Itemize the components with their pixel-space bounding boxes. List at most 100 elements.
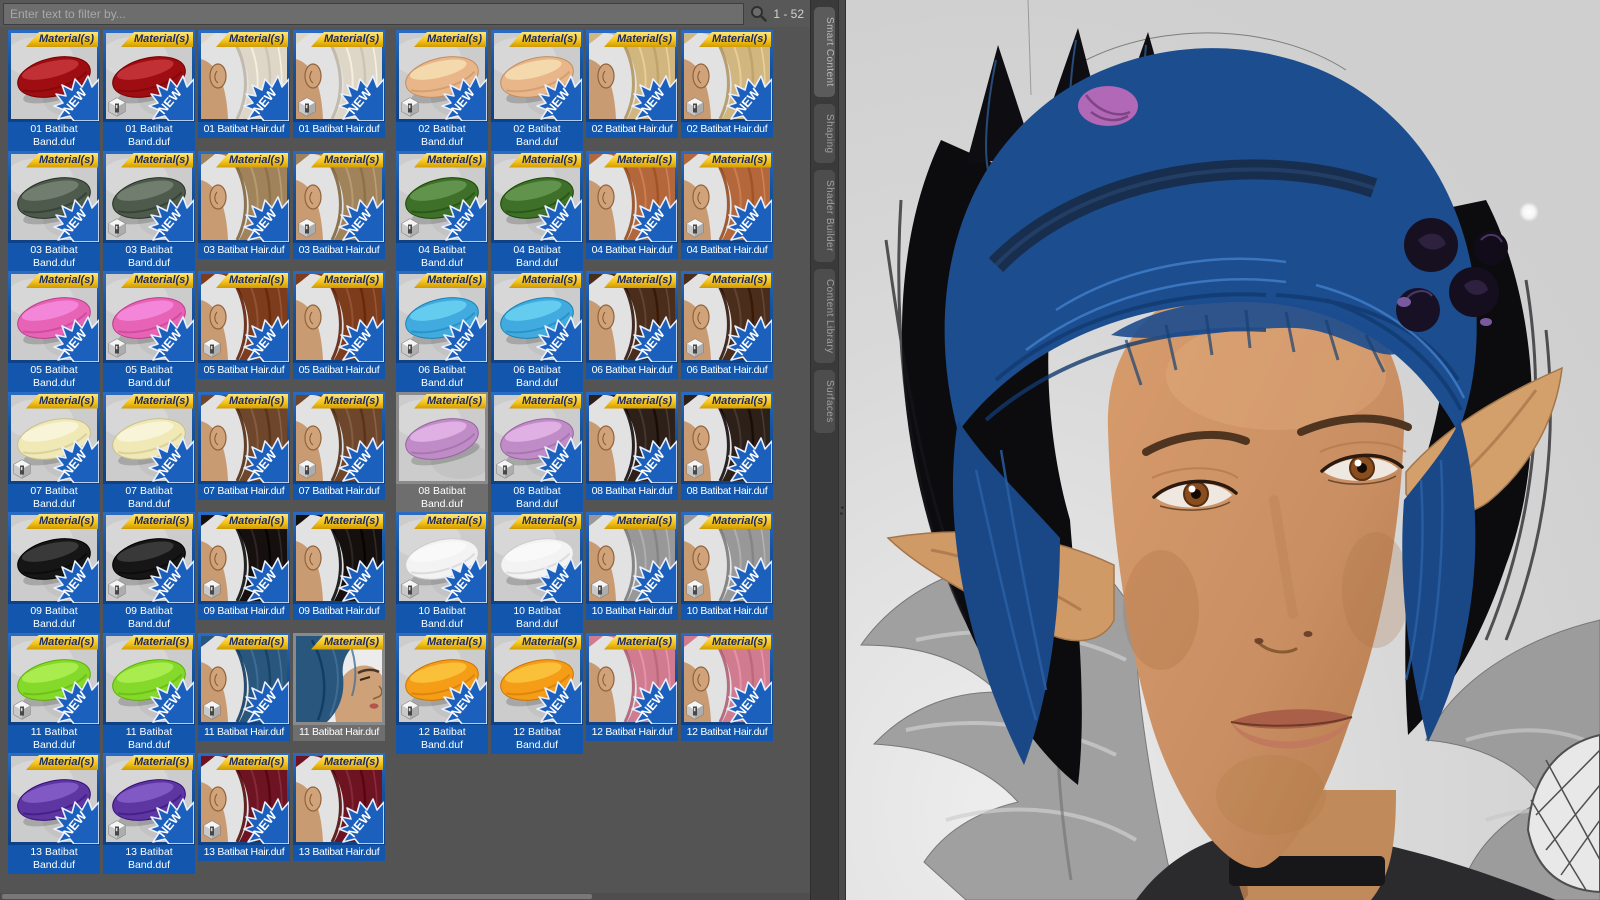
new-ribbon: NEW bbox=[53, 316, 99, 362]
asset-tile[interactable]: Material(s) NEW 10 Batibat Band.duf bbox=[396, 512, 488, 633]
asset-tile[interactable]: Material(s) NEW 13 Batibat Hair.duf bbox=[198, 753, 290, 874]
asset-tile[interactable]: Material(s) NEW 07 Batibat Band.duf bbox=[8, 391, 100, 513]
content-cube-icon bbox=[203, 699, 221, 720]
asset-tile[interactable]: Material(s) NEW 10 Batibat Band.duf bbox=[491, 512, 583, 633]
asset-tile[interactable]: Material(s) NEW 01 Batibat Hair.duf bbox=[198, 30, 290, 151]
asset-tile[interactable]: Material(s) NEW 08 Batibat Band.duf bbox=[491, 391, 583, 513]
asset-tile[interactable]: Material(s) NEW 07 Batibat Band.duf bbox=[103, 391, 195, 513]
asset-tile[interactable]: Material(s) NEW 03 Batibat Hair.duf bbox=[198, 150, 290, 272]
asset-tile[interactable]: Material(s) NEW 08 Batibat Hair.duf bbox=[681, 391, 773, 513]
new-ribbon: NEW bbox=[441, 557, 487, 603]
asset-label: 02 Batibat Band.duf bbox=[491, 122, 583, 151]
new-ribbon: NEW bbox=[631, 316, 677, 362]
asset-tile[interactable]: Material(s) NEW 13 Batibat Band.duf bbox=[103, 753, 195, 874]
asset-tile[interactable]: Material(s) NEW 02 Batibat Band.duf bbox=[396, 30, 488, 151]
asset-tile[interactable]: Material(s) NEW 02 Batibat Band.duf bbox=[491, 30, 583, 151]
asset-tile[interactable]: Material(s) NEW 01 Batibat Band.duf bbox=[103, 30, 195, 151]
asset-tile[interactable]: Material(s) NEW 12 Batibat Hair.duf bbox=[681, 632, 773, 754]
asset-tile[interactable]: Material(s) NEW 03 Batibat Hair.duf bbox=[293, 150, 385, 272]
asset-tile[interactable]: Material(s) NEW 07 Batibat Hair.duf bbox=[198, 391, 290, 513]
pane-splitter[interactable]: ◄ ► bbox=[838, 0, 846, 900]
asset-thumbnail: Material(s) NEW bbox=[396, 632, 488, 725]
asset-thumbnail: Material(s) NEW bbox=[8, 753, 100, 845]
asset-label: 07 Batibat Hair.duf bbox=[198, 483, 290, 500]
asset-label: 08 Batibat Hair.duf bbox=[681, 483, 773, 500]
asset-tile[interactable]: Material(s) NEW 04 Batibat Band.duf bbox=[491, 150, 583, 272]
asset-tile[interactable]: Material(s) NEW 06 Batibat Hair.duf bbox=[586, 271, 678, 392]
asset-tile[interactable]: Material(s) NEW 05 Batibat Band.duf bbox=[8, 271, 100, 392]
asset-tile[interactable]: Material(s) NEW 05 Batibat Band.duf bbox=[103, 271, 195, 392]
asset-tile[interactable]: Material(s) NEW 04 Batibat Hair.duf bbox=[586, 150, 678, 272]
asset-tile[interactable]: Material(s) NEW 13 Batibat Band.duf bbox=[8, 753, 100, 874]
asset-tile[interactable]: Material(s) NEW 10 Batibat Hair.duf bbox=[681, 512, 773, 633]
asset-tile[interactable]: Material(s) NEW 02 Batibat Hair.duf bbox=[681, 30, 773, 151]
asset-thumbnail: Material(s) NEW bbox=[491, 391, 583, 484]
asset-thumbnail: Material(s) NEW bbox=[103, 753, 195, 845]
magnifier-icon[interactable] bbox=[750, 5, 768, 22]
asset-tile[interactable]: Material(s) NEW 04 Batibat Band.duf bbox=[396, 150, 488, 272]
asset-tile[interactable]: Material(s) NEW 03 Batibat Band.duf bbox=[103, 150, 195, 272]
asset-label: 04 Batibat Hair.duf bbox=[681, 242, 773, 259]
new-ribbon: NEW bbox=[631, 195, 677, 242]
splitter-collapse-arrows[interactable]: ◄ ► bbox=[839, 505, 845, 517]
scrollbar-thumb[interactable] bbox=[2, 894, 592, 899]
asset-tile[interactable]: Material(s) NEW 12 Batibat Band.duf bbox=[396, 632, 488, 754]
tab-strip: Smart Content Shaping Shader Builder Conten… bbox=[810, 0, 838, 900]
tab-surfaces[interactable]: Surfaces bbox=[814, 370, 835, 433]
asset-tile[interactable]: Material(s) NEW 11 Batibat Hair.duf bbox=[198, 632, 290, 754]
content-cube-icon bbox=[298, 217, 316, 238]
content-cube-icon bbox=[686, 458, 704, 479]
asset-tile[interactable]: Material(s) NEW 05 Batibat Hair.duf bbox=[198, 271, 290, 392]
tab-content-library[interactable]: Content Library bbox=[814, 268, 835, 364]
asset-tile[interactable]: Material(s) NEW 08 Batibat Hair.duf bbox=[586, 391, 678, 513]
new-ribbon: NEW bbox=[441, 75, 487, 121]
viewport-3d[interactable] bbox=[846, 0, 1600, 900]
filter-input[interactable] bbox=[3, 2, 745, 25]
tab-shaping[interactable]: Shaping bbox=[814, 103, 835, 164]
asset-tile[interactable]: Material(s) NEW 07 Batibat Hair.duf bbox=[293, 391, 385, 513]
asset-thumbnail: Material(s) NEW bbox=[681, 150, 773, 243]
content-cube-icon bbox=[401, 699, 419, 720]
asset-tile[interactable]: Material(s) NEW 13 Batibat Hair.duf bbox=[293, 753, 385, 874]
asset-tile[interactable]: Material(s) NEW 09 Batibat Band.duf bbox=[103, 512, 195, 633]
asset-label: 10 Batibat Band.duf bbox=[396, 604, 488, 633]
asset-tile[interactable]: Material(s) NEW 11 Batibat Band.duf bbox=[8, 632, 100, 754]
asset-tile[interactable]: Material(s) NEW 09 Batibat Hair.duf bbox=[198, 512, 290, 633]
asset-tile[interactable]: Material(s) NEW 02 Batibat Hair.duf bbox=[586, 30, 678, 151]
asset-thumbnail: Material(s) NEW bbox=[293, 30, 385, 122]
tab-smart-content[interactable]: Smart Content bbox=[814, 7, 835, 97]
asset-tile[interactable]: Material(s) NEW 06 Batibat Hair.duf bbox=[681, 271, 773, 392]
asset-tile[interactable]: Material(s) NEW 12 Batibat Band.duf bbox=[491, 632, 583, 754]
new-ribbon: NEW bbox=[536, 436, 582, 483]
new-ribbon: NEW bbox=[726, 195, 772, 242]
asset-thumbnail: Material(s) NEW bbox=[586, 632, 678, 725]
asset-label: 09 Batibat Hair.duf bbox=[293, 604, 385, 620]
asset-tile[interactable]: Material(s) NEW 06 Batibat Band.duf bbox=[396, 271, 488, 392]
tile-group-03: Material(s) NEW 03 Batibat Band.duf Mater… bbox=[8, 150, 385, 272]
tab-shader-builder[interactable]: Shader Builder bbox=[814, 170, 835, 262]
asset-tile[interactable]: Material(s) NEW 06 Batibat Band.duf bbox=[491, 271, 583, 392]
asset-tile[interactable]: Material(s) NEW 03 Batibat Band.duf bbox=[8, 150, 100, 272]
asset-tile[interactable]: Material(s) NEW 04 Batibat Hair.duf bbox=[681, 150, 773, 272]
content-cube-icon bbox=[686, 97, 704, 117]
asset-thumbnail: Material(s) NEW bbox=[586, 512, 678, 604]
asset-thumbnail: Material(s) NEW bbox=[396, 512, 488, 604]
tile-row: Material(s) NEW 05 Batibat Band.duf Mater… bbox=[8, 271, 810, 392]
asset-tile[interactable]: Material(s) NEW 10 Batibat Hair.duf bbox=[586, 512, 678, 633]
new-ribbon: NEW bbox=[53, 677, 99, 724]
asset-label: 04 Batibat Band.duf bbox=[491, 242, 583, 272]
asset-tile[interactable]: Material(s) NEW 05 Batibat Hair.duf bbox=[293, 271, 385, 392]
asset-tile[interactable]: Material(s) NEW 11 Batibat Band.duf bbox=[103, 632, 195, 754]
asset-label: 08 Batibat Hair.duf bbox=[586, 483, 678, 500]
asset-tile[interactable]: Material(s) 11 Batibat Hair.duf bbox=[293, 632, 385, 754]
horizontal-scrollbar[interactable] bbox=[0, 893, 810, 900]
asset-grid: Material(s) NEW 01 Batibat Band.duf Mater… bbox=[0, 30, 810, 874]
asset-tile[interactable]: Material(s) NEW 12 Batibat Hair.duf bbox=[586, 632, 678, 754]
asset-tile[interactable]: Material(s) 08 Batibat Band.duf bbox=[396, 391, 488, 513]
asset-tile[interactable]: Material(s) NEW 09 Batibat Band.duf bbox=[8, 512, 100, 633]
asset-tile[interactable]: Material(s) NEW 09 Batibat Hair.duf bbox=[293, 512, 385, 633]
asset-label: 04 Batibat Band.duf bbox=[396, 242, 488, 272]
asset-tile[interactable]: Material(s) NEW 01 Batibat Band.duf bbox=[8, 30, 100, 151]
asset-label: 13 Batibat Band.duf bbox=[103, 845, 195, 874]
asset-tile[interactable]: Material(s) NEW 01 Batibat Hair.duf bbox=[293, 30, 385, 151]
